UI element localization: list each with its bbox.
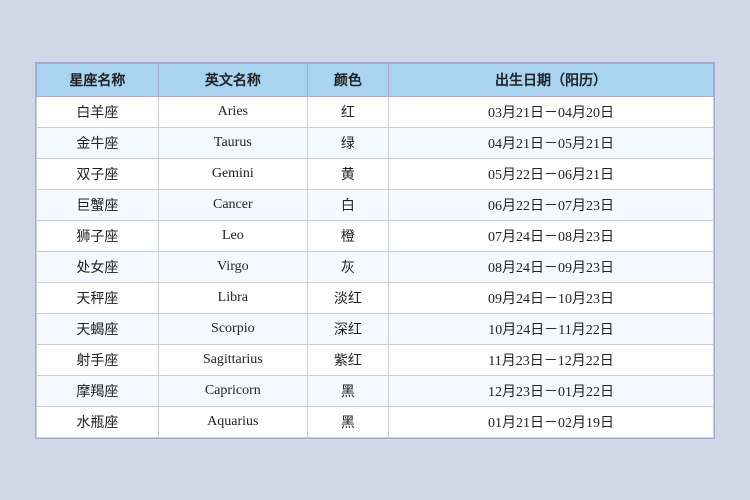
table-cell: Aries xyxy=(158,96,307,127)
table-cell: 淡红 xyxy=(307,282,388,313)
table-cell: 巨蟹座 xyxy=(37,189,159,220)
table-cell: 灰 xyxy=(307,251,388,282)
table-row: 处女座Virgo灰08月24日－09月23日 xyxy=(37,251,714,282)
header-english: 英文名称 xyxy=(158,63,307,96)
zodiac-table-wrapper: 星座名称 英文名称 颜色 出生日期（阳历） 白羊座Aries红03月21日－04… xyxy=(35,62,715,439)
table-cell: Leo xyxy=(158,220,307,251)
table-cell: 11月23日－12月22日 xyxy=(389,344,714,375)
table-cell: Gemini xyxy=(158,158,307,189)
table-cell: 紫红 xyxy=(307,344,388,375)
table-cell: 深红 xyxy=(307,313,388,344)
table-cell: 白羊座 xyxy=(37,96,159,127)
table-cell: 10月24日－11月22日 xyxy=(389,313,714,344)
table-row: 狮子座Leo橙07月24日－08月23日 xyxy=(37,220,714,251)
table-row: 水瓶座Aquarius黑01月21日－02月19日 xyxy=(37,406,714,437)
table-body: 白羊座Aries红03月21日－04月20日金牛座Taurus绿04月21日－0… xyxy=(37,96,714,437)
table-cell: 01月21日－02月19日 xyxy=(389,406,714,437)
table-cell: 金牛座 xyxy=(37,127,159,158)
table-cell: 双子座 xyxy=(37,158,159,189)
table-cell: 橙 xyxy=(307,220,388,251)
header-chinese: 星座名称 xyxy=(37,63,159,96)
table-cell: 03月21日－04月20日 xyxy=(389,96,714,127)
zodiac-table: 星座名称 英文名称 颜色 出生日期（阳历） 白羊座Aries红03月21日－04… xyxy=(36,63,714,438)
table-cell: Libra xyxy=(158,282,307,313)
table-cell: 水瓶座 xyxy=(37,406,159,437)
table-cell: Virgo xyxy=(158,251,307,282)
table-cell: 红 xyxy=(307,96,388,127)
table-row: 双子座Gemini黄05月22日－06月21日 xyxy=(37,158,714,189)
table-row: 巨蟹座Cancer白06月22日－07月23日 xyxy=(37,189,714,220)
table-cell: 白 xyxy=(307,189,388,220)
header-color: 颜色 xyxy=(307,63,388,96)
table-cell: Capricorn xyxy=(158,375,307,406)
table-cell: 天蝎座 xyxy=(37,313,159,344)
header-date: 出生日期（阳历） xyxy=(389,63,714,96)
table-cell: 处女座 xyxy=(37,251,159,282)
table-cell: 04月21日－05月21日 xyxy=(389,127,714,158)
table-row: 射手座Sagittarius紫红11月23日－12月22日 xyxy=(37,344,714,375)
table-cell: 06月22日－07月23日 xyxy=(389,189,714,220)
table-cell: Sagittarius xyxy=(158,344,307,375)
table-cell: 黄 xyxy=(307,158,388,189)
table-cell: Aquarius xyxy=(158,406,307,437)
table-row: 天秤座Libra淡红09月24日－10月23日 xyxy=(37,282,714,313)
table-cell: 摩羯座 xyxy=(37,375,159,406)
table-cell: 绿 xyxy=(307,127,388,158)
table-cell: 黑 xyxy=(307,406,388,437)
table-cell: 12月23日－01月22日 xyxy=(389,375,714,406)
table-cell: 黑 xyxy=(307,375,388,406)
table-row: 白羊座Aries红03月21日－04月20日 xyxy=(37,96,714,127)
table-cell: 射手座 xyxy=(37,344,159,375)
table-cell: 05月22日－06月21日 xyxy=(389,158,714,189)
table-cell: Cancer xyxy=(158,189,307,220)
table-cell: Taurus xyxy=(158,127,307,158)
table-header-row: 星座名称 英文名称 颜色 出生日期（阳历） xyxy=(37,63,714,96)
table-cell: 09月24日－10月23日 xyxy=(389,282,714,313)
table-row: 天蝎座Scorpio深红10月24日－11月22日 xyxy=(37,313,714,344)
table-row: 金牛座Taurus绿04月21日－05月21日 xyxy=(37,127,714,158)
table-cell: 08月24日－09月23日 xyxy=(389,251,714,282)
table-cell: 狮子座 xyxy=(37,220,159,251)
table-row: 摩羯座Capricorn黑12月23日－01月22日 xyxy=(37,375,714,406)
table-cell: Scorpio xyxy=(158,313,307,344)
table-cell: 07月24日－08月23日 xyxy=(389,220,714,251)
table-cell: 天秤座 xyxy=(37,282,159,313)
